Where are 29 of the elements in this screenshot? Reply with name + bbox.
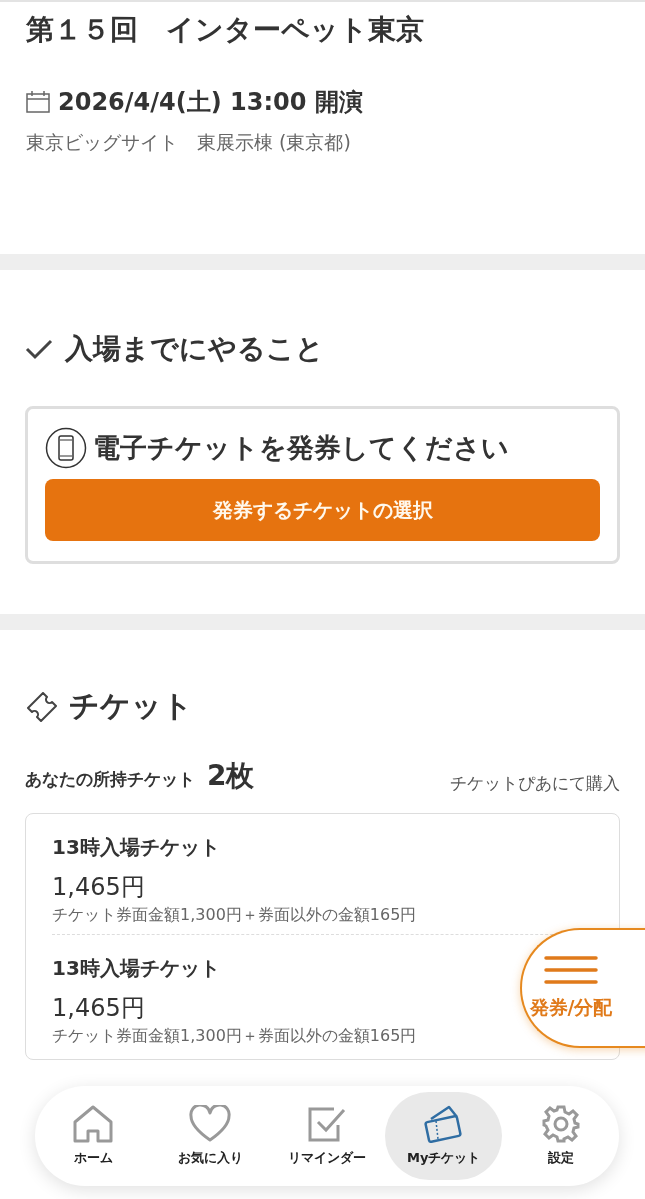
venue-text: 東京ビッグサイト 東展示棟 (東京都) — [26, 130, 352, 155]
check-icon — [25, 338, 53, 360]
calendar-icon — [26, 91, 50, 113]
owned-tickets-label: あなたの所持チケット — [25, 769, 195, 789]
ticket-name: 13時入場チケット — [52, 955, 220, 982]
section-heading: 入場までにやること — [65, 331, 324, 367]
ticket-count: 2枚 — [207, 759, 255, 792]
ticket-price: 1,465円 — [52, 872, 145, 903]
nav-tab[interactable]: リマインダー — [268, 1092, 386, 1180]
event-datetime: 2026/4/4(土) 13:00 開演 — [58, 87, 363, 118]
menu-icon — [544, 955, 598, 985]
smartphone-icon — [45, 427, 87, 469]
price-breakdown: チケット券面金額1,300円＋券面以外の金額165円 — [52, 905, 417, 926]
nav-tab[interactable]: 設定 — [502, 1092, 619, 1180]
ticket-name: 13時入場チケット — [52, 834, 220, 861]
nav-tab[interactable]: お気に入り — [151, 1092, 269, 1180]
price-breakdown: チケット券面金額1,300円＋券面以外の金額165円 — [52, 1026, 417, 1047]
heart-icon — [189, 1105, 232, 1143]
nav-tab[interactable]: ホーム — [35, 1092, 152, 1180]
section-heading: チケット — [69, 687, 193, 725]
event-title: 第１５回 インターペット東京 — [26, 12, 425, 48]
ticket-icon — [25, 691, 59, 722]
checkbox-icon — [306, 1105, 348, 1143]
purchase-link[interactable]: チケットぴあにて購入 — [450, 772, 620, 795]
ticket-price: 1,465円 — [52, 993, 145, 1024]
nav-tab[interactable]: Myチケット — [385, 1092, 503, 1180]
home-icon — [72, 1105, 115, 1143]
task-text: 電子チケットを発券してください — [93, 431, 509, 465]
ticket-icon — [422, 1105, 465, 1143]
